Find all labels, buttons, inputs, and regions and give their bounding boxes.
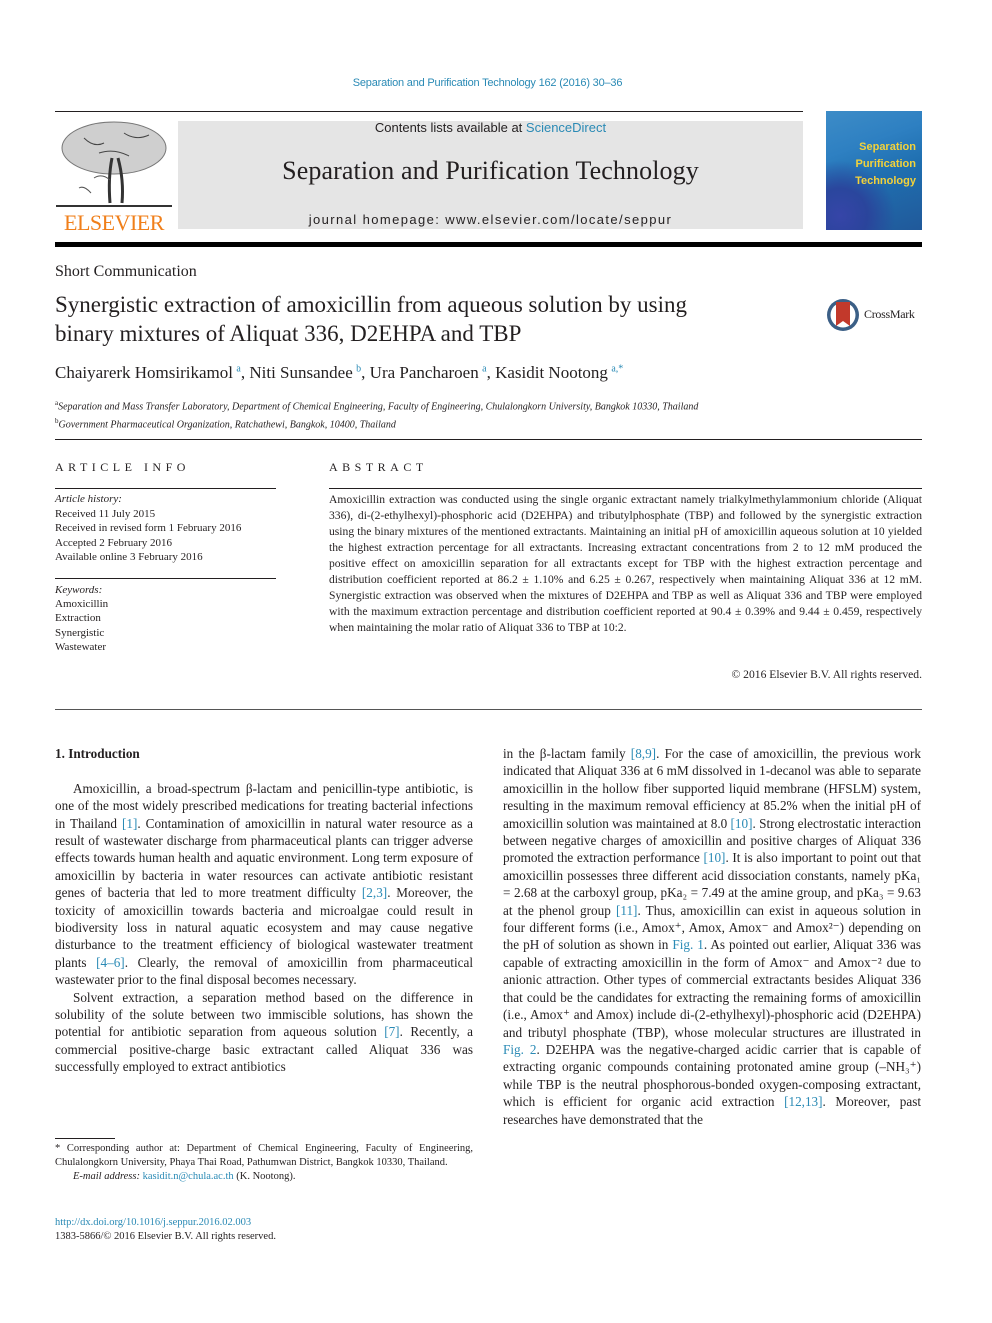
footnote-rule xyxy=(55,1138,115,1139)
citation-link[interactable]: [7] xyxy=(384,1024,399,1039)
body-column-right: in the β-lactam family [8,9]. For the ca… xyxy=(503,745,921,1128)
article-title-line: Synergistic extraction of amoxicillin fr… xyxy=(55,292,687,317)
author-affil-sup[interactable]: a xyxy=(236,363,240,374)
citation-link[interactable]: Fig. 1 xyxy=(672,937,703,952)
crossmark-button[interactable]: CrossMark xyxy=(826,297,926,333)
affiliation-text: Separation and Mass Transfer Laboratory,… xyxy=(58,401,699,413)
author-affil-sup[interactable]: a xyxy=(482,363,486,374)
crossmark-icon xyxy=(827,299,859,331)
citation-link[interactable]: [10] xyxy=(731,816,753,831)
author-name[interactable]: Niti Sunsandee xyxy=(249,363,352,382)
article-title: Synergistic extraction of amoxicillin fr… xyxy=(55,290,815,348)
footnote: * Corresponding author at: Department of… xyxy=(55,1142,473,1185)
journal-cover-image: Separation Purification Technology xyxy=(826,111,922,230)
affiliation: bGovernment Pharmaceutical Organization,… xyxy=(55,414,698,432)
keyword: Wastewater xyxy=(55,640,107,653)
elsevier-wordmark: ELSEVIER xyxy=(64,210,164,235)
divider xyxy=(55,709,922,710)
header-thick-rule xyxy=(55,242,922,247)
abstract-text: Amoxicillin extraction was conducted usi… xyxy=(329,493,922,634)
divider xyxy=(55,439,922,440)
journal-homepage[interactable]: journal homepage: www.elsevier.com/locat… xyxy=(178,212,803,227)
cover-title-line: Separation xyxy=(859,141,916,153)
affiliation-text: Government Pharmaceutical Organization, … xyxy=(58,419,396,431)
keywords: Keywords: Amoxicillin Extraction Synergi… xyxy=(55,583,108,654)
doi-block: http://dx.doi.org/10.1016/j.seppur.2016.… xyxy=(55,1216,276,1244)
citation-link[interactable]: [10] xyxy=(703,850,725,865)
corresponding-author-note: * Corresponding author at: Department of… xyxy=(55,1143,473,1169)
affiliation: aSeparation and Mass Transfer Laboratory… xyxy=(55,396,698,414)
history-item: Accepted 2 February 2016 xyxy=(55,536,172,549)
journal-citation-link[interactable]: Separation and Purification Technology 1… xyxy=(0,77,975,89)
abstract-heading: ABSTRACT xyxy=(329,460,428,474)
email-label: E-mail address: xyxy=(73,1171,143,1183)
paragraph-text: in the β-lactam family xyxy=(503,746,631,761)
paragraph: Amoxicillin, a broad-spectrum β-lactam a… xyxy=(55,780,473,989)
author-name[interactable]: Ura Pancharoen xyxy=(370,363,479,382)
body-column-left: 1. Introduction Amoxicillin, a broad-spe… xyxy=(55,745,473,1076)
history-item: Available online 3 February 2016 xyxy=(55,551,203,563)
citation-link[interactable]: [2,3] xyxy=(362,885,387,900)
email-suffix: (K. Nootong). xyxy=(233,1171,296,1183)
article-title-line: binary mixtures of Aliquat 336, D2EHPA a… xyxy=(55,321,522,346)
contents-line: Contents lists available at ScienceDirec… xyxy=(178,120,803,135)
crossmark-label: CrossMark xyxy=(864,307,915,321)
author-name[interactable]: Chaiyarerk Homsirikamol xyxy=(55,363,233,382)
keyword: Synergistic xyxy=(55,626,105,639)
paragraph: Solvent extraction, a separation method … xyxy=(55,989,473,1076)
history-item: Received 11 July 2015 xyxy=(55,507,156,520)
email-line: E-mail address: kasidit.n@chula.ac.th (K… xyxy=(55,1170,473,1184)
keyword: Amoxicillin xyxy=(55,598,109,611)
keyword: Extraction xyxy=(55,612,101,625)
citation-link[interactable]: [8,9] xyxy=(631,746,656,761)
paragraph-text: . As pointed out earlier, Aliquat 336 wa… xyxy=(503,937,921,1040)
citation-link[interactable]: [4–6] xyxy=(96,955,125,970)
author-list: Chaiyarerk Homsirikamol a, Niti Sunsande… xyxy=(55,363,624,382)
sciencedirect-link[interactable]: ScienceDirect xyxy=(526,120,606,135)
section-heading: 1. Introduction xyxy=(55,746,140,761)
doi-link[interactable]: http://dx.doi.org/10.1016/j.seppur.2016.… xyxy=(55,1216,276,1230)
article-info-heading: ARTICLE INFO xyxy=(55,460,190,474)
divider xyxy=(55,578,276,579)
article-type: Short Communication xyxy=(55,263,197,280)
divider xyxy=(55,488,276,489)
email-link[interactable]: kasidit.n@chula.ac.th xyxy=(143,1171,234,1182)
history-label: Article history: xyxy=(55,493,122,505)
citation-link[interactable]: [11] xyxy=(616,903,637,918)
cover-title-line: Purification xyxy=(855,158,916,170)
citation-link[interactable]: [12,13] xyxy=(784,1094,822,1109)
keywords-label: Keywords: xyxy=(55,584,103,596)
affiliations: aSeparation and Mass Transfer Laboratory… xyxy=(55,396,698,433)
citation-link[interactable]: [1] xyxy=(122,816,137,831)
header-top-rule xyxy=(55,111,803,112)
author-affil-sup[interactable]: a,* xyxy=(611,363,623,374)
history-item: Received in revised form 1 February 2016 xyxy=(55,522,242,534)
cover-title-line: Technology xyxy=(855,175,916,187)
contents-prefix: Contents lists available at xyxy=(374,120,526,135)
divider xyxy=(329,488,922,489)
journal-title: Separation and Purification Technology xyxy=(282,156,699,185)
author-affil-sup[interactable]: b xyxy=(356,363,361,374)
issn-line: 1383-5866/© 2016 Elsevier B.V. All right… xyxy=(55,1231,276,1242)
abstract-copyright: © 2016 Elsevier B.V. All rights reserved… xyxy=(731,668,922,681)
article-history: Article history: Received 11 July 2015 R… xyxy=(55,492,241,565)
paragraph: in the β-lactam family [8,9]. For the ca… xyxy=(503,745,921,1128)
citation-link[interactable]: Fig. 2 xyxy=(503,1042,536,1057)
author-name[interactable]: Kasidit Nootong xyxy=(495,363,608,382)
